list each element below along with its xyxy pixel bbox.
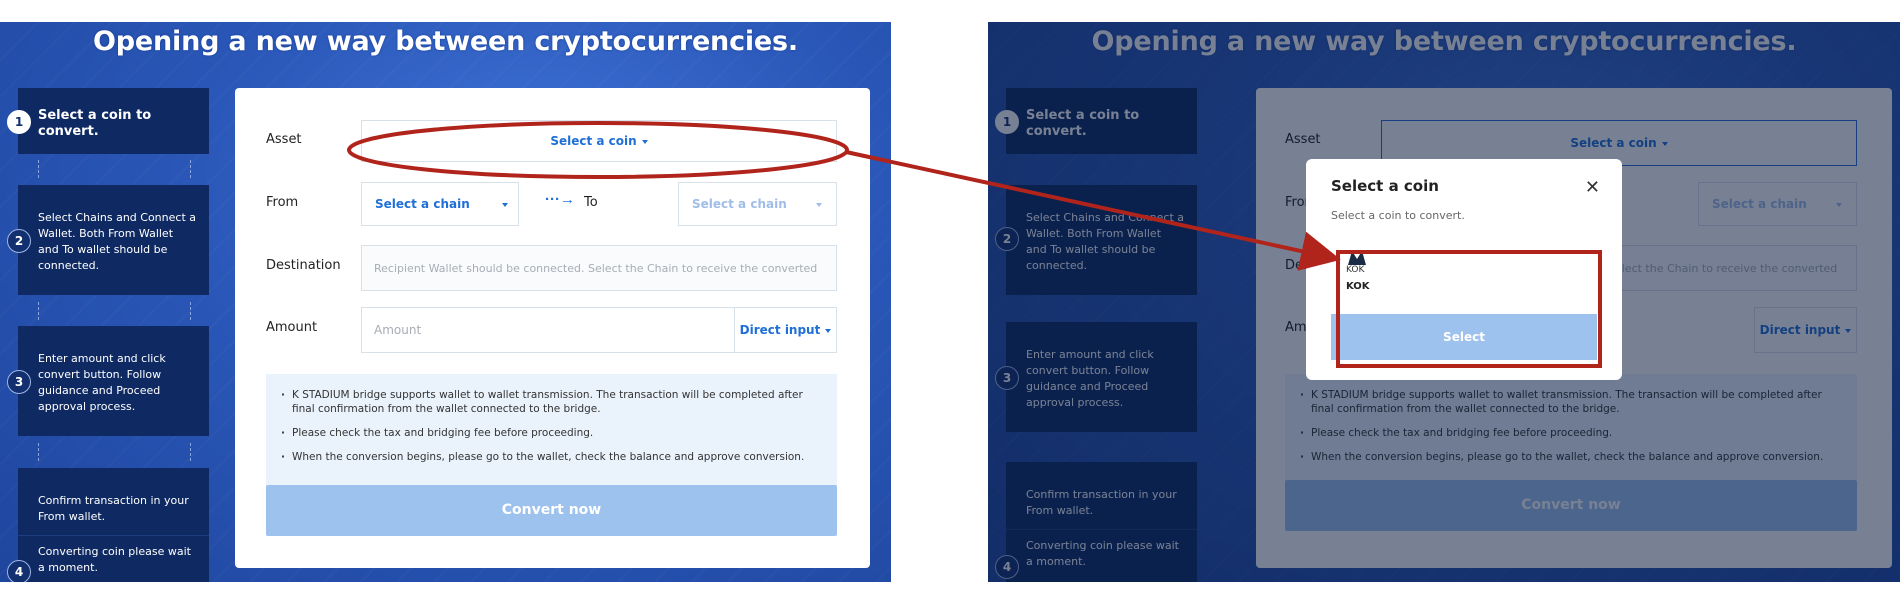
convert-now-button[interactable]: Convert now: [266, 485, 837, 536]
step-text: Confirm transaction in your From wallet.: [38, 494, 189, 523]
step-text: Converting coin please wait a moment.: [38, 545, 191, 574]
coin-icon-label: KOK: [1346, 265, 1365, 275]
note-item: Please check the tax and bridging fee be…: [278, 426, 825, 440]
step-text: Enter amount and click convert button. F…: [38, 352, 166, 413]
step-item: Select Chains and Connect a Wallet. Both…: [18, 185, 209, 295]
asset-label: Asset: [266, 132, 302, 147]
destination-input[interactable]: Recipient Wallet should be connected. Se…: [361, 245, 837, 320]
from-chain-select[interactable]: Select a chain: [361, 182, 519, 226]
amount-mode-select[interactable]: Direct input: [734, 307, 837, 353]
asset-select-value: Select a coin: [550, 134, 637, 148]
modal-title: Select a coin: [1331, 177, 1439, 195]
chevron-down-icon: [825, 328, 832, 333]
left-screenshot-panel: Opening a new way between cryptocurrenci…: [0, 22, 891, 582]
asset-select[interactable]: Select a coin: [361, 120, 837, 162]
divider: [38, 443, 39, 461]
divider: [190, 160, 191, 178]
amount-mode-value: Direct input: [739, 323, 821, 337]
step-number: 1: [7, 110, 31, 134]
divider: [190, 443, 191, 461]
step-list: 1 Select a coin to convert. 2 Select Cha…: [0, 22, 220, 582]
divider: [190, 302, 191, 320]
kok-coin-icon: [1346, 247, 1368, 267]
convert-form-card: Asset Select a coin From Select a chain …: [235, 88, 870, 568]
info-notes: K STADIUM bridge supports wallet to wall…: [266, 374, 837, 490]
note-item: When the conversion begins, please go to…: [278, 450, 825, 464]
select-coin-modal: Select a coin ✕ Select a coin to convert…: [1306, 159, 1622, 380]
to-chain-select[interactable]: Select a chain: [678, 182, 837, 226]
step-number: 2: [7, 229, 31, 253]
amount-label: Amount: [266, 320, 318, 335]
divider: [18, 535, 209, 536]
select-button[interactable]: Select: [1331, 314, 1597, 360]
arrow-right-icon: ···→: [545, 191, 575, 208]
divider: [38, 302, 39, 320]
amount-input[interactable]: Amount: [361, 307, 735, 353]
step-item: Select a coin to convert.: [18, 88, 209, 154]
step-item: Confirm transaction in your From wallet.…: [18, 468, 209, 582]
to-label: To: [584, 195, 598, 210]
step-number: 4: [7, 560, 31, 582]
step-item: Enter amount and click convert button. F…: [18, 326, 209, 436]
destination-label: Destination: [266, 258, 341, 273]
step-text: Select Chains and Connect a Wallet. Both…: [38, 211, 196, 272]
modal-subtitle: Select a coin to convert.: [1331, 209, 1465, 222]
amount-placeholder: Amount: [374, 323, 422, 337]
note-item: K STADIUM bridge supports wallet to wall…: [278, 388, 825, 416]
from-chain-value: Select a chain: [375, 197, 470, 211]
divider: [38, 160, 39, 178]
chevron-down-icon: [641, 139, 648, 144]
step-text: Select a coin to convert.: [38, 108, 152, 139]
chevron-down-icon: [502, 203, 508, 207]
to-chain-value: Select a chain: [692, 197, 787, 211]
close-icon[interactable]: ✕: [1585, 177, 1600, 198]
right-screenshot-panel: Opening a new way between cryptocurrenci…: [988, 22, 1900, 582]
chevron-down-icon: [816, 203, 822, 207]
from-label: From: [266, 195, 299, 210]
coin-name[interactable]: KOK: [1346, 281, 1370, 292]
step-number: 3: [7, 370, 31, 394]
